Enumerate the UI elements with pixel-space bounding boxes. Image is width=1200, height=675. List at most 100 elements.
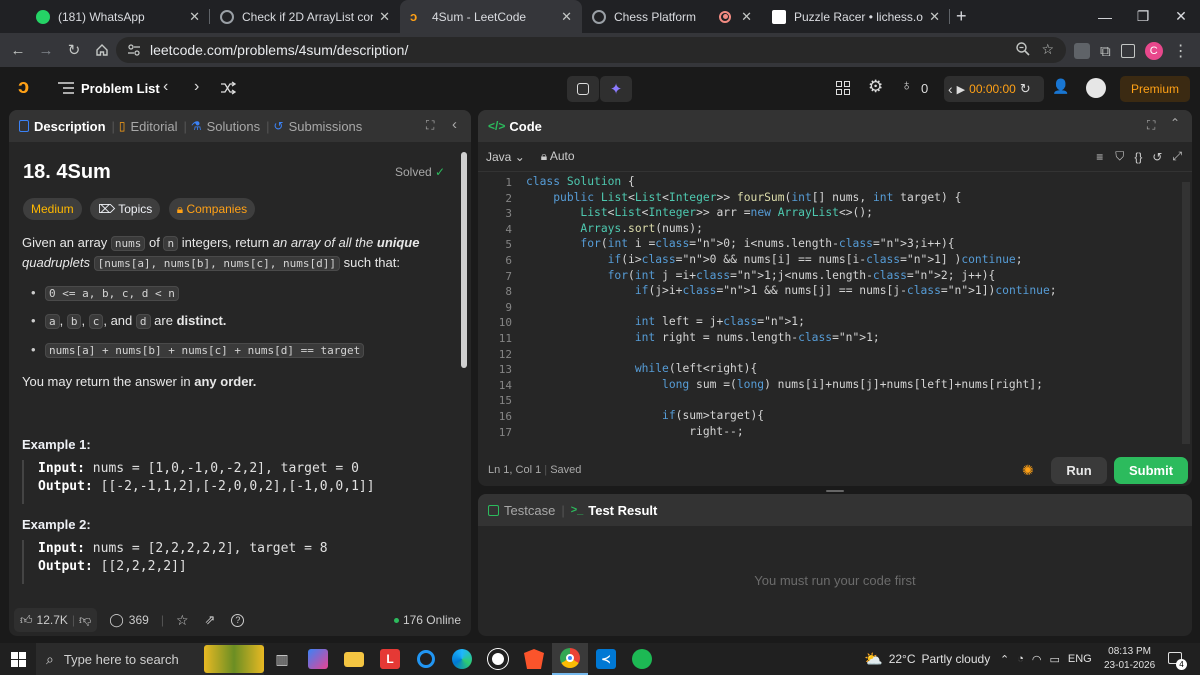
start-button[interactable] [0, 643, 36, 675]
language-select[interactable]: Java ⌄ [486, 150, 525, 164]
leetcode-logo[interactable]: ↄ [18, 77, 29, 97]
profile-avatar[interactable]: C [1144, 42, 1163, 60]
maximize-icon[interactable]: ⛶ [426, 118, 434, 133]
brave-button[interactable] [516, 643, 552, 675]
copilot-button[interactable] [300, 643, 336, 675]
extensions-puzzle-icon[interactable]: ⧉ [1100, 43, 1111, 60]
timer-play-icon[interactable]: ▶ [957, 83, 965, 96]
text: an array of all the [272, 235, 374, 250]
chrome-button[interactable] [552, 643, 588, 675]
auto-mode[interactable]: 🔒︎ Auto [541, 149, 575, 164]
tab-test-result[interactable]: >_ Test Result [571, 503, 658, 518]
weather-widget[interactable]: ⛅ 22°C Partly cloudy [864, 643, 990, 675]
back-icon[interactable]: ← [4, 42, 32, 59]
restore-icon[interactable]: ❐ [1124, 8, 1162, 25]
comment-button[interactable]: ◯ 369 [109, 612, 149, 628]
notes-button[interactable] [567, 76, 599, 102]
editor-scrollbar[interactable] [1182, 182, 1190, 444]
tab-submissions[interactable]: ↺ Submissions [274, 119, 363, 134]
user-avatar[interactable] [1086, 78, 1106, 98]
site-info-icon[interactable] [126, 42, 142, 58]
shuffle-icon[interactable] [220, 81, 236, 95]
streak-flame-icon[interactable]: ♁ [901, 77, 912, 94]
close-icon[interactable]: ✕ [561, 9, 572, 25]
companies-tag[interactable]: 🔒︎ Companies [168, 198, 256, 220]
url-field[interactable]: leetcode.com/problems/4sum/description/ … [116, 37, 1066, 63]
favorite-star-icon[interactable]: ☆ [176, 612, 189, 629]
timer-collapse-icon[interactable]: ‹ [948, 81, 953, 97]
topics-tag[interactable]: ⌦ Topics [90, 198, 161, 220]
collapse-panel-icon[interactable]: ‹ [452, 116, 457, 133]
braces-icon[interactable]: {} [1134, 150, 1142, 164]
vscode-button[interactable]: ≺ [588, 643, 624, 675]
premium-button[interactable]: Premium [1120, 76, 1190, 102]
wifi-icon[interactable]: ◠ [1032, 653, 1042, 666]
file-explorer-button[interactable] [336, 643, 372, 675]
close-icon[interactable]: ✕ [929, 9, 940, 25]
close-icon[interactable]: ✕ [379, 9, 390, 25]
sparkle-icon: ✦ [609, 81, 623, 98]
line-number: 13 [498, 363, 512, 377]
reset-icon[interactable]: ↺ [1152, 150, 1162, 164]
timer-reset-icon[interactable]: ↻ [1020, 81, 1031, 97]
problem-list-link[interactable]: Problem List [81, 81, 160, 96]
tab-testcase[interactable]: Testcase [488, 503, 555, 518]
cortana-button[interactable] [408, 643, 444, 675]
debug-icon[interactable]: ✺ [1022, 462, 1034, 479]
new-tab-button[interactable]: + [950, 0, 980, 33]
code-editor[interactable]: 1 class Solution {2 public List<List<Inte… [478, 172, 1178, 444]
app-l-button[interactable]: L [372, 643, 408, 675]
format-icon[interactable]: ≡ [1096, 150, 1103, 164]
spotify-button[interactable] [624, 643, 660, 675]
battery-icon[interactable]: ▭ [1049, 653, 1059, 666]
close-icon[interactable]: ✕ [741, 9, 752, 25]
reload-icon[interactable]: ↻ [60, 41, 88, 59]
network-icon[interactable]: ◔ [1017, 653, 1024, 665]
tab-editorial[interactable]: ▯ Editorial [119, 119, 178, 134]
submit-button[interactable]: Submit [1114, 457, 1188, 484]
ai-assist-button[interactable]: ✦ [600, 76, 632, 102]
prev-problem-icon[interactable]: ‹ [163, 78, 168, 96]
browser-tab-chess[interactable]: Chess Platform ✕ [582, 0, 762, 33]
language-indicator[interactable]: ENG [1068, 653, 1092, 665]
panel-splitter[interactable] [826, 490, 844, 492]
settings-gear-icon[interactable]: ⚙ [868, 77, 883, 97]
edge-button[interactable] [444, 643, 480, 675]
maximize-icon[interactable]: ⛶ [1147, 118, 1155, 133]
menu-kebab-icon[interactable]: ⋮ [1173, 41, 1189, 61]
run-button[interactable]: Run [1051, 457, 1107, 484]
help-icon[interactable]: ? [231, 613, 245, 627]
tab-description[interactable]: Description [19, 119, 106, 134]
scrollbar[interactable] [461, 152, 467, 368]
tab-solutions[interactable]: ⚗ Solutions [191, 119, 260, 134]
bookmark-star-icon[interactable]: ☆ [1041, 41, 1054, 58]
bookmark-icon[interactable]: ⛉ [1115, 149, 1124, 164]
home-icon[interactable] [88, 43, 116, 57]
like-button[interactable]: 👍︎ 12.7K | 👎︎ [14, 608, 98, 632]
thumbs-down-icon[interactable]: 👎︎ [79, 613, 91, 628]
forward-icon[interactable]: → [32, 42, 60, 59]
close-window-icon[interactable]: ✕ [1162, 8, 1200, 25]
collapse-icon[interactable]: ⌃ [1170, 116, 1180, 130]
browser-tab-whatsapp[interactable]: (181) WhatsApp ✕ [0, 0, 210, 33]
close-icon[interactable]: ✕ [189, 9, 200, 25]
fullscreen-icon[interactable]: ⤢ [1172, 149, 1182, 164]
sidebar-icon[interactable] [1120, 44, 1135, 58]
layout-grid-icon[interactable] [836, 81, 850, 95]
extension-icon[interactable] [1074, 43, 1090, 59]
tray-chevron-icon[interactable]: ⌃ [1000, 653, 1009, 666]
zoom-icon[interactable] [1015, 41, 1031, 58]
next-problem-icon[interactable]: › [194, 78, 199, 96]
browser-tab-arraylist[interactable]: Check if 2D ArrayList contains ✕ [210, 0, 400, 33]
share-icon[interactable]: ⇗ [205, 612, 216, 628]
weather-temp: 22°C [888, 652, 916, 666]
browser-tab-lichess[interactable]: Puzzle Racer • lichess.org ✕ [762, 0, 950, 33]
minimize-icon[interactable]: — [1086, 9, 1124, 25]
taskbar-search[interactable]: ⌕ Type here to search [36, 643, 264, 675]
task-view-button[interactable]: ▥ [264, 643, 300, 675]
github-button[interactable] [480, 643, 516, 675]
clock[interactable]: 08:13 PM 23-01-2026 [1104, 645, 1155, 673]
add-friend-icon[interactable]: 👤 [1052, 78, 1069, 95]
notification-button[interactable]: 4 [1166, 649, 1187, 670]
browser-tab-leetcode[interactable]: ↄ 4Sum - LeetCode ✕ [400, 0, 582, 33]
